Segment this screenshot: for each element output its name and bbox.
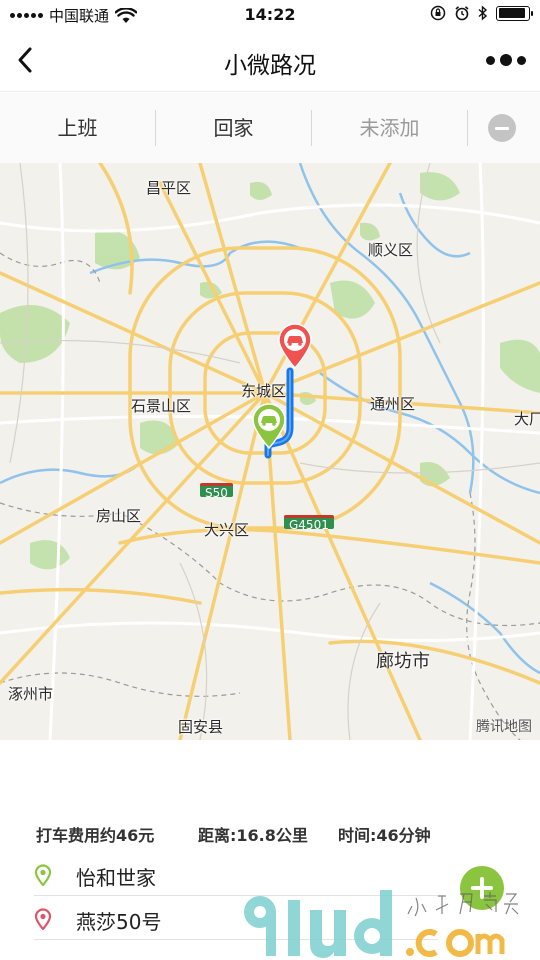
map-label: 昌平区 — [146, 179, 192, 197]
destination-pin-icon[interactable] — [277, 323, 313, 369]
origin-name: 怡和世家 — [76, 866, 156, 890]
map-label: 涿州市 — [8, 685, 54, 703]
map-label: 廊坊市 — [376, 651, 430, 672]
tab-commute-work[interactable]: 上班 — [0, 110, 155, 146]
destination-name: 燕莎50号 — [76, 910, 162, 934]
status-right — [430, 5, 533, 21]
map-label: 石景山区 — [131, 397, 192, 415]
map-label: 固安县 — [178, 718, 224, 736]
tab-commute-home[interactable]: 回家 — [156, 110, 311, 146]
fare-estimate: 打车费用约46元 — [36, 826, 155, 845]
route-tabs: 上班 回家 未添加 — [0, 93, 540, 163]
map-label: 房山区 — [96, 507, 142, 525]
trip-summary: 打车费用约46元 距离:16.8公里 时间:46分钟 — [36, 822, 506, 846]
origin-location-icon — [34, 864, 52, 886]
map-label: 大厂 — [514, 410, 540, 428]
map-label: 大兴区 — [204, 521, 250, 539]
rotation-lock-icon — [430, 5, 446, 21]
road-shield: S50 — [200, 483, 233, 500]
map-label: 顺义区 — [368, 241, 414, 259]
more-menu-button[interactable] — [486, 50, 526, 70]
duration-value: 时间:46分钟 — [338, 826, 431, 845]
tab-divider — [467, 110, 468, 146]
battery-icon — [496, 5, 533, 21]
map-label: 通州区 — [370, 395, 416, 413]
alarm-icon — [455, 6, 469, 21]
status-bar: 中国联通 14:22 — [0, 0, 540, 30]
destination-location-icon — [34, 908, 52, 930]
map-canvas — [0, 163, 540, 740]
origin-pin-icon[interactable] — [251, 403, 287, 449]
page-title: 小微路况 — [224, 53, 316, 79]
nav-bar: 小微路况 — [0, 30, 540, 92]
tab-not-added[interactable]: 未添加 — [312, 110, 467, 146]
remove-icon[interactable] — [488, 114, 516, 142]
distance-value: 距离:16.8公里 — [198, 826, 308, 845]
map-view[interactable]: 昌平区 顺义区 东城区 石景山区 通州区 大厂 房山区 大兴区 廊坊市 涿州市 … — [0, 163, 540, 740]
map-label: 东城区 — [241, 382, 287, 400]
watermark-logo — [244, 890, 519, 958]
bluetooth-icon — [478, 5, 488, 21]
road-shield: G4501 — [284, 515, 334, 532]
map-attribution: 腾讯地图 — [476, 719, 532, 735]
